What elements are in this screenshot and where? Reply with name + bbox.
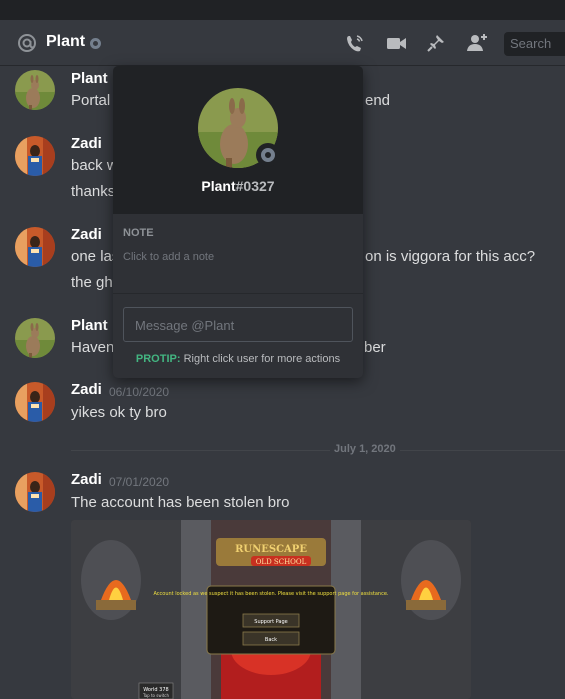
- message-text: ber: [364, 339, 386, 356]
- message-text: end: [365, 92, 391, 109]
- message-text: on is viggora for this acc?: [365, 248, 536, 265]
- message-text: Haven: [71, 339, 115, 356]
- video-icon[interactable]: [385, 32, 407, 54]
- discriminator: #0327: [235, 178, 275, 194]
- protip-text: Right click user for more actions: [183, 353, 341, 365]
- avatar[interactable]: [15, 136, 55, 176]
- divider: [113, 293, 363, 294]
- message-author[interactable]: Plant: [71, 317, 108, 334]
- image-attachment[interactable]: RUNESCAPE OLD SCHOOL Account locked as w…: [71, 520, 471, 699]
- message-text: the gh: [71, 274, 113, 291]
- search-input[interactable]: Search: [504, 32, 565, 56]
- message-text: thanks: [71, 183, 116, 200]
- user-popout: Plant#0327 NOTE Click to add a note Mess…: [113, 66, 363, 378]
- avatar[interactable]: [15, 70, 55, 110]
- back-label: Back: [265, 637, 277, 643]
- channel-name: Plant: [46, 33, 86, 50]
- popout-username: Plant#0327: [113, 178, 363, 194]
- add-friend-icon[interactable]: [465, 32, 487, 54]
- message-input[interactable]: Message @Plant: [123, 307, 353, 342]
- avatar[interactable]: [15, 472, 55, 512]
- note-label: NOTE: [123, 227, 154, 239]
- popout-header: Plant#0327: [113, 66, 363, 214]
- message-timestamp: 06/10/2020: [109, 385, 170, 399]
- avatar[interactable]: [15, 318, 55, 358]
- status-indicator: [256, 143, 280, 167]
- at-icon: [16, 32, 38, 54]
- message-author[interactable]: Plant: [71, 70, 108, 87]
- message-timestamp: 07/01/2020: [109, 475, 170, 489]
- dialog-text: Account locked as we suspect it has been…: [153, 591, 388, 597]
- message-author[interactable]: Zadi: [71, 226, 102, 243]
- svg-text:RUNESCAPE: RUNESCAPE: [235, 544, 307, 555]
- status-indicator: [90, 38, 101, 49]
- date-divider-label: July 1, 2020: [330, 443, 400, 455]
- message-author[interactable]: Zadi: [71, 471, 102, 488]
- username: Plant: [201, 178, 236, 194]
- avatar[interactable]: [15, 382, 55, 422]
- protip: PROTIP: Right click user for more action…: [113, 353, 363, 365]
- window-top-strip: [0, 0, 565, 20]
- svg-text:OLD SCHOOL: OLD SCHOOL: [256, 558, 307, 566]
- pin-icon[interactable]: [425, 32, 447, 54]
- call-icon[interactable]: [344, 32, 366, 54]
- note-input[interactable]: Click to add a note: [123, 251, 214, 263]
- message-text: yikes ok ty bro: [71, 404, 167, 421]
- support-page-label: Support Page: [254, 619, 287, 625]
- protip-label: PROTIP:: [135, 353, 181, 365]
- message-text: Portal: [71, 92, 111, 109]
- date-divider: [71, 450, 565, 451]
- message-author[interactable]: Zadi: [71, 381, 102, 398]
- message-author[interactable]: Zadi: [71, 135, 102, 152]
- message-text: The account has been stolen bro: [71, 494, 290, 511]
- avatar[interactable]: [15, 227, 55, 267]
- channel-header: Plant Search: [0, 20, 565, 66]
- world-sub: Tap to switch: [142, 693, 170, 698]
- message-text: back w: [71, 157, 118, 174]
